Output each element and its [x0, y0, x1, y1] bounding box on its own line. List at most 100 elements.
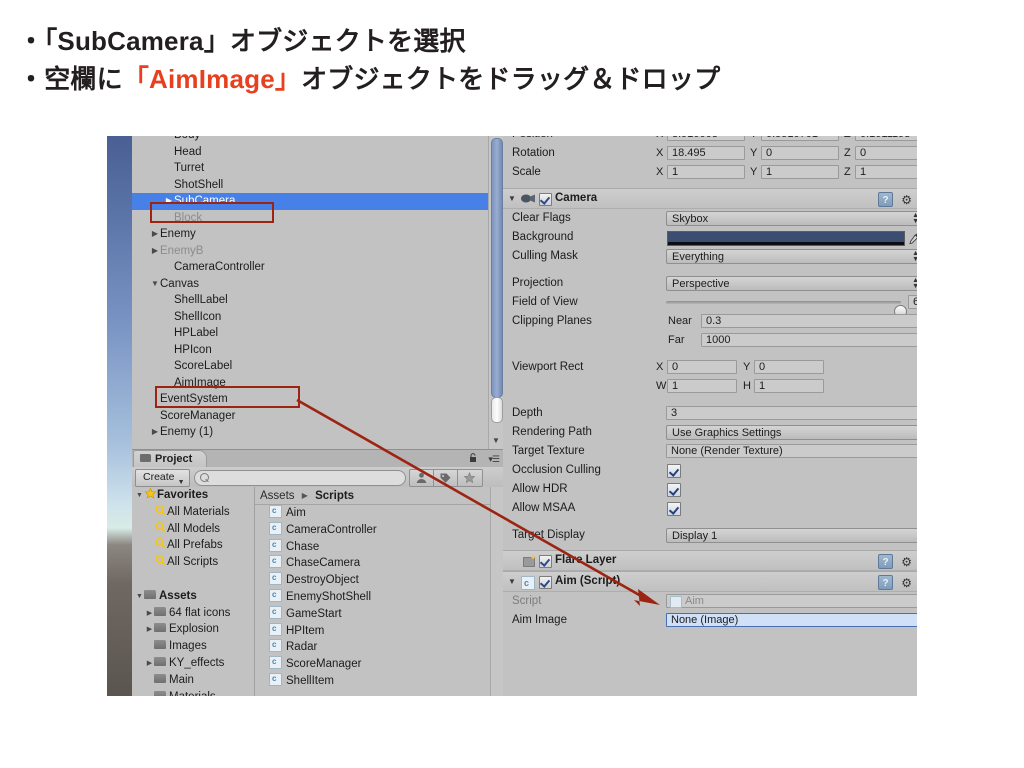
hierarchy-item-enemyb[interactable]: ▶ EnemyB [132, 243, 489, 260]
aim-script-enabled-checkbox[interactable] [539, 576, 552, 589]
filter-by-label-button[interactable] [433, 469, 459, 487]
flare-layer-enabled-checkbox[interactable] [539, 555, 552, 568]
viewport-h-field[interactable]: 1 [754, 379, 824, 393]
help-icon[interactable] [878, 191, 893, 210]
scale-x-field[interactable]: 1 [667, 165, 745, 179]
help-icon[interactable] [878, 553, 893, 572]
foldout-triangle-icon[interactable]: ▶ [150, 226, 160, 243]
hierarchy-item-subcamera[interactable]: ▶ SubCamera [132, 193, 489, 210]
asset-item-scoremanager[interactable]: ScoreManager [255, 654, 491, 673]
asset-item-destroyobject[interactable]: DestroyObject [255, 570, 491, 589]
hierarchy-item-body[interactable]: ▶Body [132, 136, 489, 144]
foldout-triangle-icon[interactable]: ▶ [150, 243, 160, 260]
asset-item-radar[interactable]: Radar [255, 637, 491, 656]
asset-item-cameracontroller[interactable]: CameraController [255, 520, 491, 539]
project-tree-item-images[interactable]: ▶ Images [132, 638, 254, 655]
hierarchy-item-turret[interactable]: ▶Turret [132, 160, 489, 177]
row-culling-mask[interactable]: Culling Mask Everything ▲ ▼ [503, 247, 917, 266]
row-viewport-rect-xy[interactable]: Viewport Rect X 0 Y 0 [503, 358, 917, 377]
asset-item-gamestart[interactable]: GameStart [255, 604, 491, 623]
camera-enabled-checkbox[interactable] [539, 193, 552, 206]
breadcrumb-root[interactable]: Assets [260, 490, 295, 502]
projection-dropdown[interactable]: Perspective ▲ ▼ [666, 276, 917, 291]
project-tree-item-all-prefabs[interactable]: ▶ All Prefabs [132, 537, 254, 554]
rendering-path-dropdown[interactable]: Use Graphics Settings ▲▼ [666, 425, 917, 440]
search-input[interactable] [194, 470, 406, 486]
row-target-texture[interactable]: Target Texture None (Render Texture) [503, 442, 917, 461]
hierarchy-item-eventsystem[interactable]: ▶EventSystem [132, 391, 489, 408]
gear-icon[interactable]: ⚙ [901, 574, 912, 593]
clear-flags-dropdown[interactable]: Skybox ▲ ▼ [666, 211, 917, 226]
position-y-field[interactable]: 0.5510701 [761, 136, 839, 141]
asset-item-aim[interactable]: Aim [255, 503, 491, 522]
hierarchy-scroll-thumb-lower[interactable] [491, 397, 503, 423]
hierarchy-item-shelllabel[interactable]: ▶ShellLabel [132, 292, 489, 309]
filter-by-type-button[interactable] [409, 469, 435, 487]
foldout-triangle-icon[interactable]: ▶ [145, 656, 154, 673]
viewport-w-field[interactable]: 1 [667, 379, 737, 393]
clipping-far-field[interactable]: 1000 [701, 333, 917, 347]
position-x-field[interactable]: 3.910003 [667, 136, 745, 141]
project-tree[interactable]: ▼Favorites▶All Materials▶All Models▶All … [132, 487, 255, 696]
foldout-triangle-icon[interactable]: ▼ [150, 276, 160, 293]
hierarchy-scroll-thumb[interactable] [491, 138, 503, 398]
row-background[interactable]: Background [503, 228, 917, 247]
row-occlusion-culling[interactable]: Occlusion Culling [503, 461, 917, 480]
breadcrumb[interactable]: Assets ▶ Scripts [255, 487, 491, 505]
foldout-triangle-icon[interactable]: ▶ [150, 424, 160, 441]
scale-y-field[interactable]: 1 [761, 165, 839, 179]
asset-item-enemyshotshell[interactable]: EnemyShotShell [255, 587, 491, 606]
aim-image-object-field[interactable]: None (Image) [666, 613, 917, 627]
occlusion-culling-checkbox[interactable] [667, 464, 681, 478]
create-button[interactable]: Create ▼ [135, 469, 190, 487]
filter-favorites-button[interactable] [457, 469, 483, 487]
allow-hdr-checkbox[interactable] [667, 483, 681, 497]
project-tree-item-assets[interactable]: ▼ Assets [132, 588, 254, 605]
component-header-aim-script[interactable]: ▼ c Aim (Script) ⚙ [503, 571, 917, 593]
asset-item-chase[interactable]: Chase [255, 537, 491, 556]
foldout-triangle-icon[interactable]: ▶ [145, 622, 154, 639]
row-clear-flags[interactable]: Clear Flags Skybox ▲ ▼ [503, 209, 917, 228]
project-tree-item-ky-effects[interactable]: ▶ KY_effects [132, 655, 254, 672]
transform-row-scale[interactable]: Scale X 1 Y 1 Z 1 [503, 163, 917, 182]
row-projection[interactable]: Projection Perspective ▲ ▼ [503, 274, 917, 293]
hierarchy-list[interactable]: ▶Body▶Head▶Turret▶ShotShell▶SubCamera▶Bl… [132, 136, 489, 449]
foldout-triangle-icon[interactable]: ▼ [135, 589, 144, 606]
rotation-y-field[interactable]: 0 [761, 146, 839, 160]
row-rendering-path[interactable]: Rendering Path Use Graphics Settings ▲▼ [503, 423, 917, 442]
script-field[interactable]: Aim [666, 594, 917, 608]
viewport-x-field[interactable]: 0 [667, 360, 737, 374]
foldout-triangle-icon[interactable]: ▶ [145, 606, 154, 623]
hierarchy-item-shellicon[interactable]: ▶ShellIcon [132, 309, 489, 326]
target-texture-field[interactable]: None (Render Texture) [666, 444, 917, 458]
hierarchy-item-canvas[interactable]: ▼Canvas [132, 276, 489, 293]
row-aim-image[interactable]: Aim Image None (Image) [503, 611, 917, 630]
hierarchy-item-cameracontroller[interactable]: ▶CameraController [132, 259, 489, 276]
scroll-down-arrow-icon[interactable]: ▼ [489, 434, 503, 448]
asset-item-hpitem[interactable]: HPItem [255, 621, 491, 640]
project-asset-browser[interactable]: Assets ▶ Scripts Aim CameraController Chas… [255, 487, 491, 696]
project-tree-item-main[interactable]: ▶ Main [132, 672, 254, 689]
project-tree-item-64-flat-icons[interactable]: ▶ 64 flat icons [132, 605, 254, 622]
row-script[interactable]: Script Aim [503, 592, 917, 611]
depth-field[interactable]: 3 [666, 406, 917, 420]
foldout-triangle-icon[interactable]: ▼ [135, 488, 144, 505]
allow-msaa-checkbox[interactable] [667, 502, 681, 516]
hierarchy-item-hpicon[interactable]: ▶HPIcon [132, 342, 489, 359]
foldout-triangle-icon[interactable]: ▼ [508, 189, 516, 208]
foldout-triangle-icon[interactable]: ▼ [508, 572, 516, 591]
row-field-of-view[interactable]: Field of View 60 [503, 293, 917, 318]
culling-mask-dropdown[interactable]: Everything ▲ ▼ [666, 249, 917, 264]
clipping-near-field[interactable]: 0.3 [701, 314, 917, 328]
transform-row-position[interactable]: Position X 3.910003 Y 0.5510701 Z 0.1011… [503, 136, 917, 144]
panel-menu-icon[interactable]: ▾☰ [488, 454, 500, 465]
asset-item-shellitem[interactable]: ShellItem [255, 671, 491, 690]
transform-row-rotation[interactable]: Rotation X 18.495 Y 0 Z 0 [503, 144, 917, 163]
project-tree-item-materials[interactable]: ▶ Materials [132, 689, 254, 696]
hierarchy-item-scorelabel[interactable]: ▶ScoreLabel [132, 358, 489, 375]
row-allow-hdr[interactable]: Allow HDR [503, 480, 917, 499]
project-tree-item-all-materials[interactable]: ▶ All Materials [132, 504, 254, 521]
asset-item-chasecamera[interactable]: ChaseCamera [255, 553, 491, 572]
background-color-swatch[interactable] [667, 231, 905, 246]
row-allow-msaa[interactable]: Allow MSAA [503, 499, 917, 518]
